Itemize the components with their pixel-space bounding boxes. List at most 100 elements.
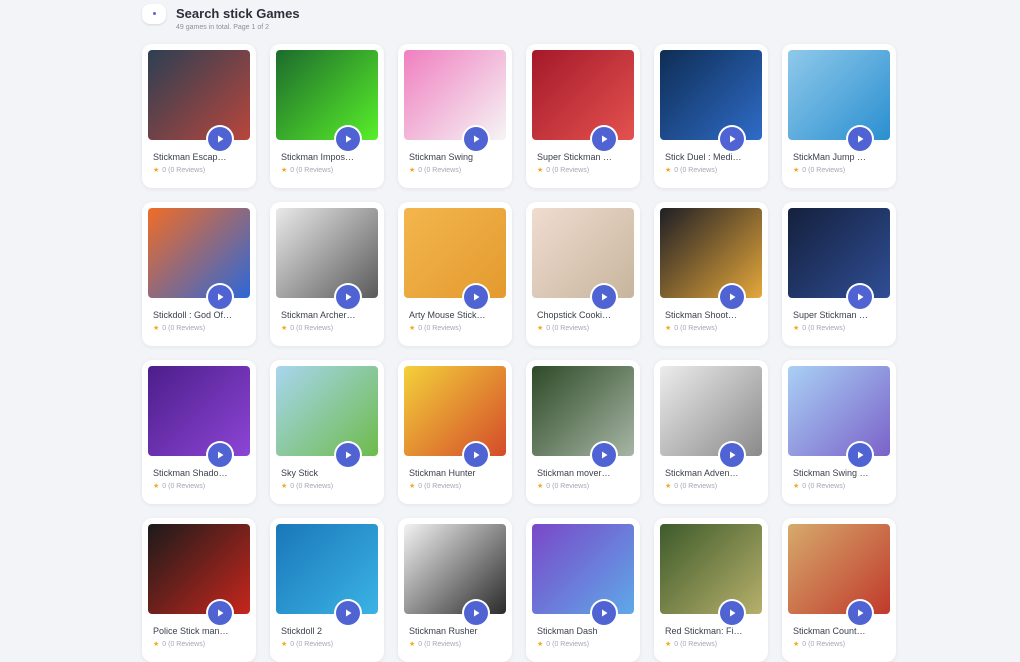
- game-card[interactable]: Chopstick Cooki… ★ 0 (0 Reviews): [526, 202, 640, 346]
- play-button[interactable]: [592, 443, 616, 467]
- game-thumbnail[interactable]: [660, 208, 762, 298]
- game-title[interactable]: Red Stickman: Fi…: [665, 626, 761, 636]
- play-button[interactable]: [208, 443, 232, 467]
- play-button[interactable]: [848, 127, 872, 151]
- play-button[interactable]: [336, 601, 360, 625]
- game-card[interactable]: Stickman Adven… ★ 0 (0 Reviews): [654, 360, 768, 504]
- game-thumbnail[interactable]: [532, 208, 634, 298]
- game-title[interactable]: Sky Stick: [281, 468, 377, 478]
- game-card[interactable]: Arty Mouse Stick… ★ 0 (0 Reviews): [398, 202, 512, 346]
- game-title[interactable]: Stickman Escap…: [153, 152, 249, 162]
- game-card[interactable]: Stickman Escap… ★ 0 (0 Reviews): [142, 44, 256, 188]
- game-card[interactable]: Stick Duel : Medi… ★ 0 (0 Reviews): [654, 44, 768, 188]
- play-icon: [602, 293, 608, 301]
- play-button[interactable]: [208, 285, 232, 309]
- game-thumbnail[interactable]: [788, 208, 890, 298]
- game-thumbnail[interactable]: [276, 50, 378, 140]
- game-thumbnail[interactable]: [788, 524, 890, 614]
- game-card[interactable]: Red Stickman: Fi… ★ 0 (0 Reviews): [654, 518, 768, 662]
- game-title[interactable]: Stickman Swing: [409, 152, 505, 162]
- game-title[interactable]: Police Stick man…: [153, 626, 249, 636]
- game-title[interactable]: Stickman Count…: [793, 626, 889, 636]
- play-button[interactable]: [848, 601, 872, 625]
- game-title[interactable]: Stickman Swing …: [793, 468, 889, 478]
- game-thumbnail[interactable]: [404, 208, 506, 298]
- game-thumbnail[interactable]: [404, 50, 506, 140]
- game-card[interactable]: Police Stick man… ★ 0 (0 Reviews): [142, 518, 256, 662]
- game-title[interactable]: Stickman Archer…: [281, 310, 377, 320]
- game-title[interactable]: Stickdoll : God Of…: [153, 310, 249, 320]
- game-card[interactable]: Stickman Hunter ★ 0 (0 Reviews): [398, 360, 512, 504]
- game-thumbnail[interactable]: [276, 208, 378, 298]
- game-card[interactable]: StickMan Jump … ★ 0 (0 Reviews): [782, 44, 896, 188]
- play-button[interactable]: [336, 443, 360, 467]
- game-thumbnail[interactable]: [660, 50, 762, 140]
- play-button[interactable]: [720, 127, 744, 151]
- game-card[interactable]: Stickman Archer… ★ 0 (0 Reviews): [270, 202, 384, 346]
- play-button[interactable]: [592, 601, 616, 625]
- site-logo-icon[interactable]: [142, 4, 166, 24]
- play-button[interactable]: [208, 127, 232, 151]
- game-thumbnail[interactable]: [148, 208, 250, 298]
- game-title[interactable]: Stickman Shado…: [153, 468, 249, 478]
- game-card[interactable]: Sky Stick ★ 0 (0 Reviews): [270, 360, 384, 504]
- play-button[interactable]: [720, 285, 744, 309]
- game-title[interactable]: Super Stickman …: [793, 310, 889, 320]
- game-card[interactable]: Stickman Rusher ★ 0 (0 Reviews): [398, 518, 512, 662]
- game-card[interactable]: Stickman Shoot… ★ 0 (0 Reviews): [654, 202, 768, 346]
- game-card[interactable]: Stickman Shado… ★ 0 (0 Reviews): [142, 360, 256, 504]
- play-button[interactable]: [464, 127, 488, 151]
- game-card[interactable]: Super Stickman … ★ 0 (0 Reviews): [782, 202, 896, 346]
- play-button[interactable]: [336, 127, 360, 151]
- game-thumbnail[interactable]: [404, 524, 506, 614]
- game-title[interactable]: StickMan Jump …: [793, 152, 889, 162]
- game-card[interactable]: Stickdoll 2 ★ 0 (0 Reviews): [270, 518, 384, 662]
- game-thumbnail[interactable]: [276, 366, 378, 456]
- game-thumbnail[interactable]: [532, 524, 634, 614]
- star-icon: ★: [793, 483, 800, 490]
- play-button[interactable]: [592, 127, 616, 151]
- game-thumbnail[interactable]: [532, 50, 634, 140]
- game-title[interactable]: Stickman Impos…: [281, 152, 377, 162]
- star-icon: ★: [281, 325, 288, 332]
- game-thumbnail[interactable]: [148, 524, 250, 614]
- game-title[interactable]: Super Stickman …: [537, 152, 633, 162]
- game-title[interactable]: Stickman Shoot…: [665, 310, 761, 320]
- game-card[interactable]: Stickman Impos… ★ 0 (0 Reviews): [270, 44, 384, 188]
- play-button[interactable]: [464, 601, 488, 625]
- game-card[interactable]: Stickman Swing … ★ 0 (0 Reviews): [782, 360, 896, 504]
- game-title[interactable]: Stickdoll 2: [281, 626, 377, 636]
- play-button[interactable]: [336, 285, 360, 309]
- game-thumbnail[interactable]: [788, 366, 890, 456]
- play-button[interactable]: [720, 443, 744, 467]
- game-thumbnail[interactable]: [660, 366, 762, 456]
- game-card[interactable]: Stickman Swing ★ 0 (0 Reviews): [398, 44, 512, 188]
- game-card[interactable]: Stickdoll : God Of… ★ 0 (0 Reviews): [142, 202, 256, 346]
- game-thumbnail[interactable]: [148, 366, 250, 456]
- game-title[interactable]: Stickman mover…: [537, 468, 633, 478]
- play-button[interactable]: [848, 285, 872, 309]
- game-card[interactable]: Stickman Count… ★ 0 (0 Reviews): [782, 518, 896, 662]
- game-thumbnail[interactable]: [276, 524, 378, 614]
- game-card[interactable]: Stickman Dash ★ 0 (0 Reviews): [526, 518, 640, 662]
- game-title[interactable]: Chopstick Cooki…: [537, 310, 633, 320]
- game-card[interactable]: Super Stickman … ★ 0 (0 Reviews): [526, 44, 640, 188]
- game-title[interactable]: Stickman Dash: [537, 626, 633, 636]
- game-card[interactable]: Stickman mover… ★ 0 (0 Reviews): [526, 360, 640, 504]
- play-button[interactable]: [848, 443, 872, 467]
- play-button[interactable]: [208, 601, 232, 625]
- play-button[interactable]: [464, 285, 488, 309]
- play-button[interactable]: [592, 285, 616, 309]
- play-button[interactable]: [464, 443, 488, 467]
- game-thumbnail[interactable]: [532, 366, 634, 456]
- play-button[interactable]: [720, 601, 744, 625]
- game-title[interactable]: Arty Mouse Stick…: [409, 310, 505, 320]
- game-title[interactable]: Stickman Hunter: [409, 468, 505, 478]
- game-thumbnail[interactable]: [148, 50, 250, 140]
- game-title[interactable]: Stickman Rusher: [409, 626, 505, 636]
- game-thumbnail[interactable]: [404, 366, 506, 456]
- game-thumbnail[interactable]: [788, 50, 890, 140]
- game-title[interactable]: Stickman Adven…: [665, 468, 761, 478]
- game-thumbnail[interactable]: [660, 524, 762, 614]
- game-title[interactable]: Stick Duel : Medi…: [665, 152, 761, 162]
